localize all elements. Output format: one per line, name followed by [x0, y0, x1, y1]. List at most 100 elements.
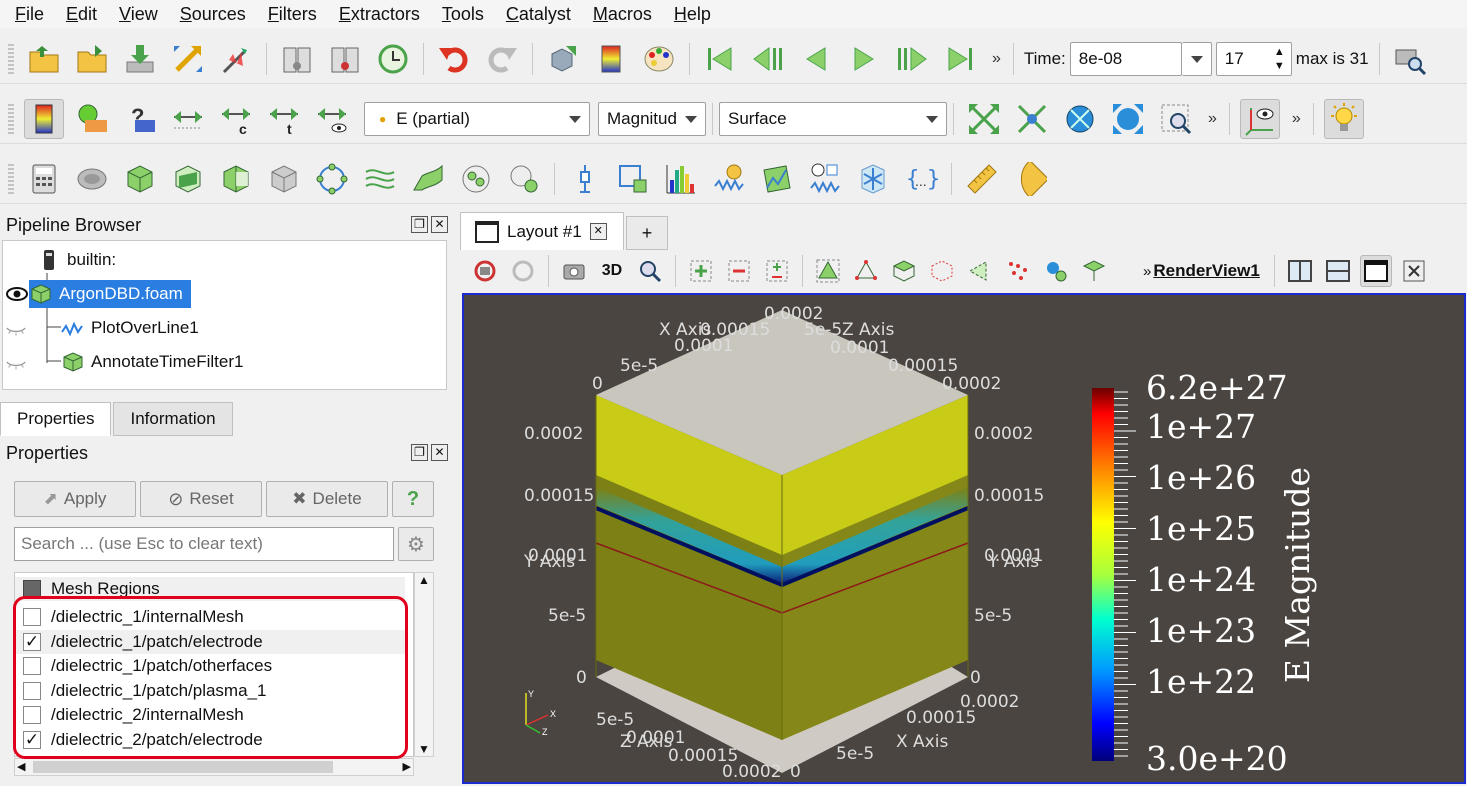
menu-filters[interactable]: Filters	[257, 0, 328, 28]
edit-color-map-button[interactable]	[72, 99, 112, 139]
glyph-button[interactable]	[312, 159, 352, 199]
rescale-temporal-button[interactable]: t	[264, 99, 304, 139]
spin-arrows-icon[interactable]: ▲ ▼	[1274, 45, 1285, 73]
toggle-color-legend-button[interactable]	[24, 98, 64, 139]
pipeline-item-builtin[interactable]: builtin:	[37, 245, 116, 275]
plot-selection-button[interactable]	[757, 159, 797, 199]
histogram-button[interactable]	[661, 159, 701, 199]
open-file-button[interactable]	[24, 39, 64, 79]
tab-layout-1[interactable]: Layout #1 ✕	[460, 212, 624, 250]
palette-button[interactable]	[639, 39, 679, 79]
time-value-combo[interactable]: 8e-08	[1069, 41, 1182, 76]
menu-file[interactable]: File	[4, 0, 55, 28]
toggle-selection-button[interactable]	[761, 255, 793, 287]
menu-extractors[interactable]: Extractors	[328, 0, 431, 28]
stream-tracer-button[interactable]	[360, 159, 400, 199]
color-wand-button[interactable]	[216, 39, 256, 79]
extract-subset-button[interactable]	[264, 159, 304, 199]
toolbar-grip[interactable]	[8, 103, 14, 134]
calculator-button[interactable]	[24, 159, 64, 199]
scrollbar-thumb[interactable]	[33, 761, 333, 773]
plot-over-time-button[interactable]	[709, 159, 749, 199]
eye-visible-icon[interactable]	[5, 279, 29, 309]
play-button[interactable]	[844, 39, 884, 79]
select-cells-on-button[interactable]	[812, 255, 844, 287]
menu-view[interactable]: View	[108, 0, 169, 28]
menu-tools[interactable]: Tools	[431, 0, 495, 28]
last-frame-button[interactable]	[940, 39, 980, 79]
interactive-select-button[interactable]	[1040, 255, 1072, 287]
plot-data-over-time-button[interactable]	[805, 159, 845, 199]
hover-cells-button[interactable]	[1078, 255, 1110, 287]
threshold-button[interactable]	[216, 159, 256, 199]
rescale-custom-button[interactable]	[168, 99, 208, 139]
render-view[interactable]: X Axis Z Axis Y Axis Y Axis Z Axis X Axi…	[462, 293, 1466, 784]
search-input[interactable]: Search ... (use Esc to clear text)	[14, 527, 394, 561]
rescale-visible-button[interactable]	[312, 99, 352, 139]
reset-button[interactable]: ⊘ Reset	[140, 481, 262, 517]
time-dropdown[interactable]	[1181, 41, 1212, 76]
python-shell-button[interactable]	[277, 39, 317, 79]
protractor-button[interactable]	[1010, 159, 1050, 199]
python-calculator-button[interactable]: {}...	[901, 159, 941, 199]
tab-information[interactable]: Information	[113, 402, 233, 436]
apply-button[interactable]: ⬈ Apply	[14, 481, 136, 517]
time-index-spinbox[interactable]: 17 ▲ ▼	[1215, 41, 1292, 76]
menu-macros[interactable]: Macros	[582, 0, 663, 28]
toolbar-overflow-icon[interactable]: »	[992, 50, 1001, 68]
zoom-to-data-button[interactable]	[1012, 99, 1052, 139]
redo-button[interactable]	[482, 39, 522, 79]
probe-button[interactable]	[565, 159, 605, 199]
interaction-mode-button[interactable]	[507, 255, 539, 287]
screenshot-zoom-button[interactable]	[1390, 39, 1430, 79]
toolbar-overflow-icon[interactable]: »	[1208, 110, 1217, 128]
pipeline-item-argondbd[interactable]: ArgonDBD.foam	[5, 279, 191, 309]
contour-button[interactable]	[72, 159, 112, 199]
next-frame-button[interactable]	[892, 39, 932, 79]
undock-icon[interactable]: ❐	[411, 216, 428, 233]
pipeline-item-plotoverline[interactable]: PlotOverLine1	[5, 313, 199, 343]
select-polygon-button[interactable]	[964, 255, 996, 287]
light-kit-button[interactable]	[1323, 98, 1364, 139]
undo-button[interactable]	[434, 39, 474, 79]
render-view-label[interactable]: RenderView1	[1153, 261, 1259, 281]
delete-button[interactable]: ✖ Delete	[266, 481, 388, 517]
scroll-right-icon[interactable]: ▶	[403, 760, 411, 773]
save-data-button[interactable]	[120, 39, 160, 79]
select-points-polygon-button[interactable]	[1002, 255, 1034, 287]
colormap-button[interactable]	[591, 39, 631, 79]
split-horizontal-button[interactable]	[1284, 255, 1316, 287]
eye-hidden-icon[interactable]	[5, 317, 61, 339]
maximize-view-button[interactable]	[1359, 255, 1392, 287]
reverse-play-button[interactable]	[796, 39, 836, 79]
color-array-select[interactable]: ● E (partial)	[364, 101, 590, 136]
macro-button[interactable]	[325, 39, 365, 79]
component-select[interactable]: Magnitud	[598, 101, 706, 136]
find-data-button[interactable]	[543, 39, 583, 79]
reset-range-button[interactable]: ?	[120, 99, 160, 139]
warp-by-vector-button[interactable]	[408, 159, 448, 199]
first-frame-button[interactable]	[700, 39, 740, 79]
view-toolbar-overflow-icon[interactable]: »	[1143, 263, 1151, 280]
clip-button[interactable]	[120, 159, 160, 199]
extract-level-button[interactable]	[504, 159, 544, 199]
toggle-3d-button[interactable]: 3D	[596, 255, 628, 287]
ruler-button[interactable]	[962, 159, 1002, 199]
plot-over-line-button[interactable]	[613, 159, 653, 199]
load-state-button[interactable]	[72, 39, 112, 79]
toolbar-overflow-icon[interactable]: »	[1292, 110, 1301, 128]
scroll-down-icon[interactable]: ▼	[418, 742, 430, 756]
previous-frame-button[interactable]	[748, 39, 788, 79]
select-points-on-button[interactable]	[850, 255, 882, 287]
subtract-selection-button[interactable]	[723, 255, 755, 287]
representation-select[interactable]: Surface	[719, 101, 947, 136]
zoom-box-button[interactable]	[1156, 99, 1196, 139]
group-datasets-button[interactable]	[456, 159, 496, 199]
menu-help[interactable]: Help	[663, 0, 722, 28]
capture-button[interactable]	[469, 255, 501, 287]
timer-button[interactable]	[373, 39, 413, 79]
toolbar-grip[interactable]	[8, 163, 14, 194]
select-cells-frustum-button[interactable]	[888, 255, 920, 287]
tab-properties[interactable]: Properties	[0, 402, 112, 436]
menu-catalyst[interactable]: Catalyst	[495, 0, 582, 28]
